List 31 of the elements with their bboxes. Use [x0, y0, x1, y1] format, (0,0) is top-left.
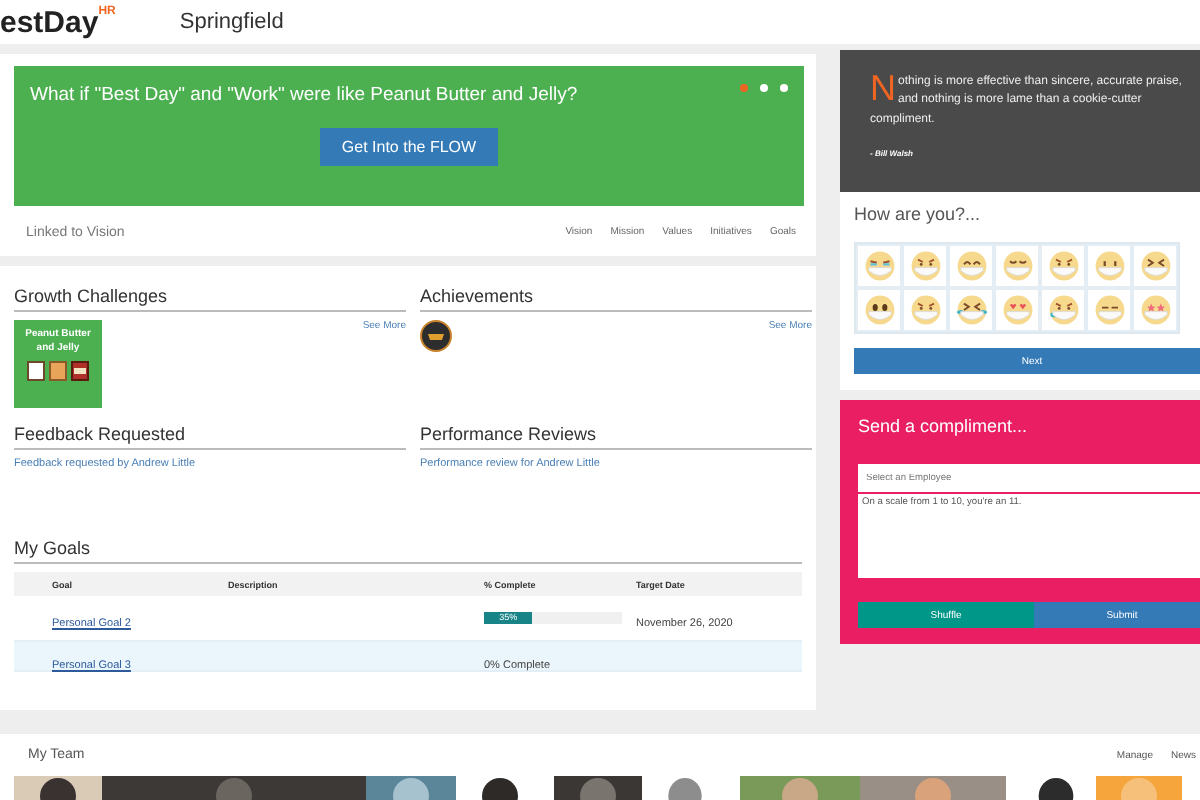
carousel-dot[interactable]	[760, 84, 768, 92]
mood-title: How are you?...	[854, 204, 983, 224]
bread-and-jars-icon	[26, 360, 90, 382]
compliment-title: Send a compliment...	[858, 416, 1030, 436]
masked-face-icon	[955, 294, 987, 326]
masked-face-icon	[863, 294, 895, 326]
location-name: Springfield	[179, 10, 284, 34]
carousel-dot[interactable]	[780, 84, 788, 92]
masked-face-icon	[1047, 250, 1079, 282]
masked-face-icon	[955, 250, 987, 282]
masked-face-icon	[1001, 250, 1033, 282]
mood-option[interactable]	[856, 288, 902, 332]
flow-button[interactable]: Get Into the FLOW	[320, 128, 498, 166]
section-title: Growth Challenges	[14, 286, 406, 312]
section-title: My Goals	[14, 538, 802, 564]
masked-face-icon	[909, 250, 941, 282]
masked-face-icon	[1093, 294, 1125, 326]
masked-face-icon	[1139, 294, 1171, 326]
masked-face-icon	[1093, 250, 1125, 282]
section-title: Feedback Requested	[14, 424, 406, 450]
carousel-dot[interactable]	[740, 84, 748, 92]
badge-icon	[420, 320, 452, 352]
banner-headline: What if "Best Day" and "Work" were like Peanut Butter and Jelly?	[30, 84, 578, 106]
section-title: Performance Reviews	[420, 424, 812, 450]
masked-face-icon	[1139, 250, 1171, 282]
masked-face-icon	[909, 294, 941, 326]
masked-face-icon	[863, 250, 895, 282]
section-title: Achievements	[420, 286, 812, 312]
logo[interactable]: estDay$^{HR}$	[0, 5, 116, 39]
masked-face-icon	[1047, 294, 1079, 326]
masked-face-icon	[1001, 294, 1033, 326]
